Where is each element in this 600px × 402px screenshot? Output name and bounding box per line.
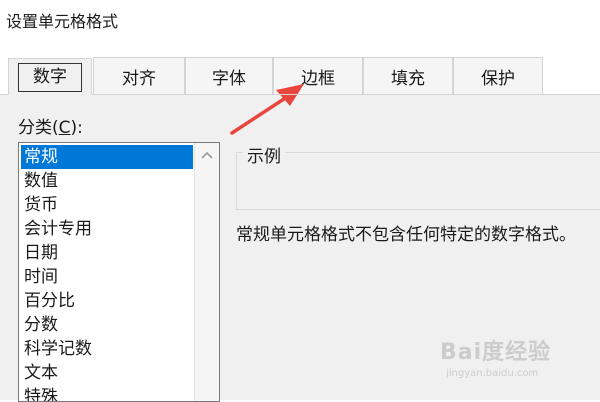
tab-border-label: 边框: [301, 68, 335, 89]
category-item-time[interactable]: 时间: [21, 265, 193, 289]
watermark-brand: Bai度经验: [440, 340, 552, 365]
category-list[interactable]: 常规 数值 货币 会计专用 日期 时间 百分比 分数 科学记数 文本 特殊: [18, 142, 220, 402]
category-item-scientific[interactable]: 科学记数: [21, 337, 193, 361]
category-item-accounting[interactable]: 会计专用: [21, 217, 193, 241]
sample-legend: 示例: [243, 142, 285, 167]
tab-fill[interactable]: 填充: [363, 57, 453, 94]
category-item-general[interactable]: 常规: [21, 145, 193, 169]
list-scrollbar[interactable]: [194, 143, 219, 401]
tab-number-label: 数字: [18, 62, 82, 92]
sample-box: [236, 152, 600, 210]
tab-alignment-label: 对齐: [122, 68, 156, 89]
category-label-prefix: 分类(: [18, 118, 59, 138]
category-label: 分类(C):: [18, 113, 83, 138]
scroll-up-icon[interactable]: [195, 143, 219, 167]
category-label-hotkey: C: [58, 118, 71, 138]
tab-protection[interactable]: 保护: [453, 57, 543, 94]
category-item-currency[interactable]: 货币: [21, 193, 193, 217]
category-item-fraction[interactable]: 分数: [21, 313, 193, 337]
category-item-text[interactable]: 文本: [21, 361, 193, 385]
baidu-jingyan-watermark: Bai度经验 jingyan.baidu.com: [440, 332, 570, 388]
category-item-percentage[interactable]: 百分比: [21, 289, 193, 313]
tab-fill-label: 填充: [391, 68, 425, 89]
tab-border[interactable]: 边框: [273, 57, 363, 94]
tab-font[interactable]: 字体: [185, 57, 273, 94]
dialog-title: 设置单元格格式: [6, 12, 119, 31]
tab-font-label: 字体: [212, 68, 246, 89]
category-label-suffix: ):: [70, 118, 83, 138]
tab-alignment[interactable]: 对齐: [93, 57, 185, 94]
tab-protection-label: 保护: [481, 68, 515, 89]
category-item-number[interactable]: 数值: [21, 169, 193, 193]
category-item-special[interactable]: 特殊: [21, 385, 193, 401]
watermark-url: jingyan.baidu.com: [446, 368, 539, 379]
tab-number[interactable]: 数字: [8, 58, 92, 95]
format-description: 常规单元格格式不包含任何特定的数字格式。: [236, 225, 576, 245]
category-item-date[interactable]: 日期: [21, 241, 193, 265]
